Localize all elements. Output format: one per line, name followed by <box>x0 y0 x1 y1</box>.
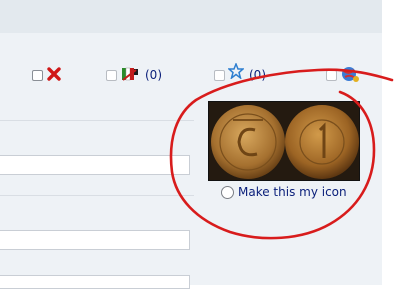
right-gutter <box>382 0 400 285</box>
select-checkbox[interactable] <box>32 69 43 81</box>
text-field[interactable] <box>0 155 190 175</box>
select-checkbox[interactable] <box>106 69 117 81</box>
flag-count: (0) <box>145 68 162 82</box>
flag-icon[interactable] <box>120 66 140 85</box>
header-bar <box>0 0 382 33</box>
toolbar-flag[interactable]: (0) <box>106 66 162 84</box>
toolbar-globe[interactable] <box>326 66 360 84</box>
make-icon-radio[interactable] <box>221 185 234 199</box>
make-icon-label[interactable]: Make this my icon <box>238 185 347 199</box>
text-field[interactable] <box>0 230 190 250</box>
make-icon-option[interactable]: Make this my icon <box>221 185 347 199</box>
text-field[interactable] <box>0 275 190 289</box>
red-x-icon[interactable] <box>46 66 62 84</box>
toolbar-star[interactable]: (0) <box>214 61 266 84</box>
globe-icon[interactable] <box>340 65 360 86</box>
toolbar-delete[interactable] <box>32 66 62 84</box>
star-icon[interactable] <box>227 61 245 82</box>
select-checkbox[interactable] <box>326 69 337 81</box>
section-divider <box>0 120 194 121</box>
select-checkbox[interactable] <box>214 69 225 81</box>
section-divider <box>0 195 194 196</box>
star-count: (0) <box>249 68 266 82</box>
avatar-coin-image <box>208 101 360 181</box>
